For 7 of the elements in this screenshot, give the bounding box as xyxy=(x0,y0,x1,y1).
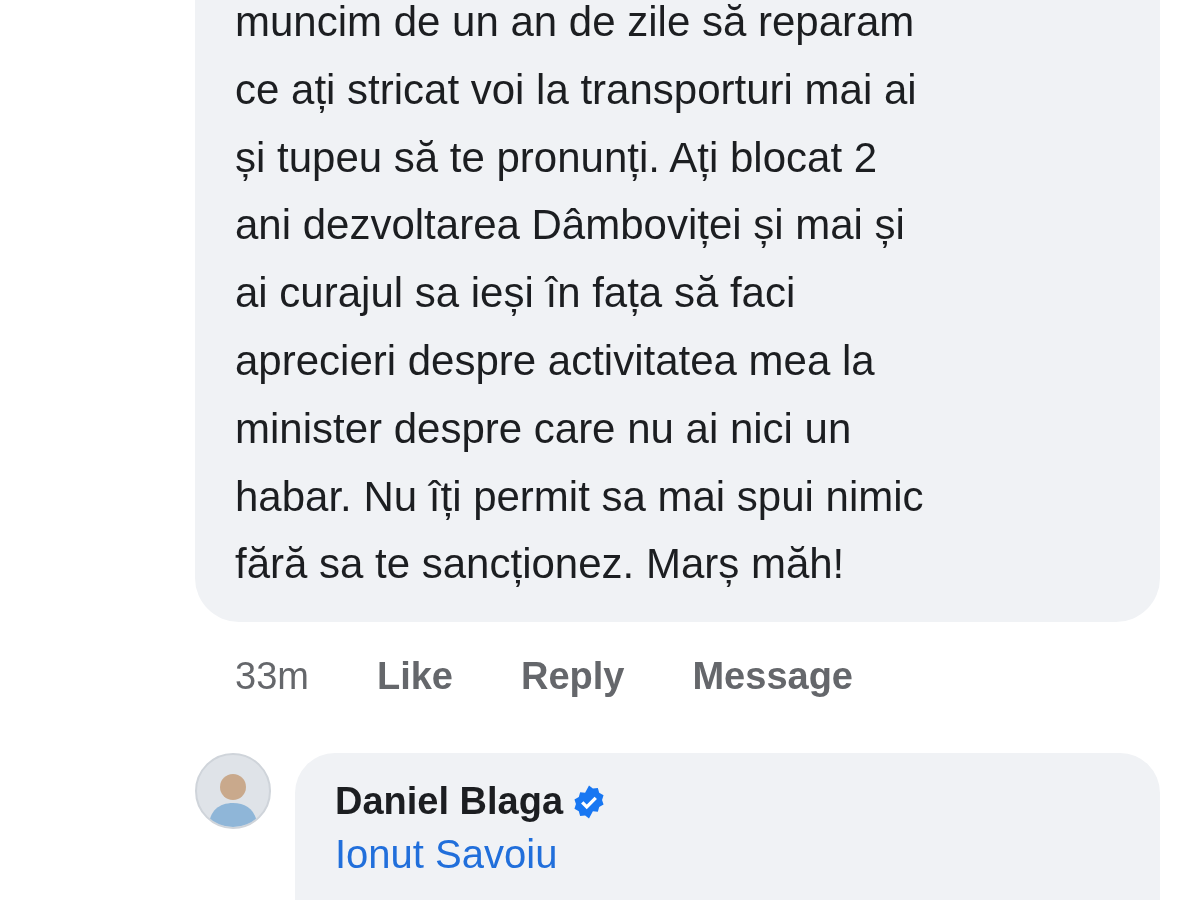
comment-action-link[interactable]: Like xyxy=(376,648,453,706)
comment-action-link[interactable]: Message xyxy=(692,648,853,706)
mention-link[interactable]: Ionut Savoiu xyxy=(335,832,1160,877)
comment-action-link[interactable]: Reply xyxy=(520,648,625,706)
comment-time: 33m xyxy=(235,654,309,700)
comment-text: muncim de un an de zile să reparam ce ați stricat voi la transporturi mai ai și tupeu să te pronunți. Ați blocat 2 ani dezvoltarea Dâmboviței și mai și ai curajul sa ieși în fața să faci aprecieri despre activitatea mea la minister despre care nu ai nici un habar. Nu îți permit sa mai spui nimic fără sa te sancționez. Marș măh! xyxy=(235,0,925,590)
author-name[interactable]: Daniel Blaga xyxy=(335,773,564,831)
